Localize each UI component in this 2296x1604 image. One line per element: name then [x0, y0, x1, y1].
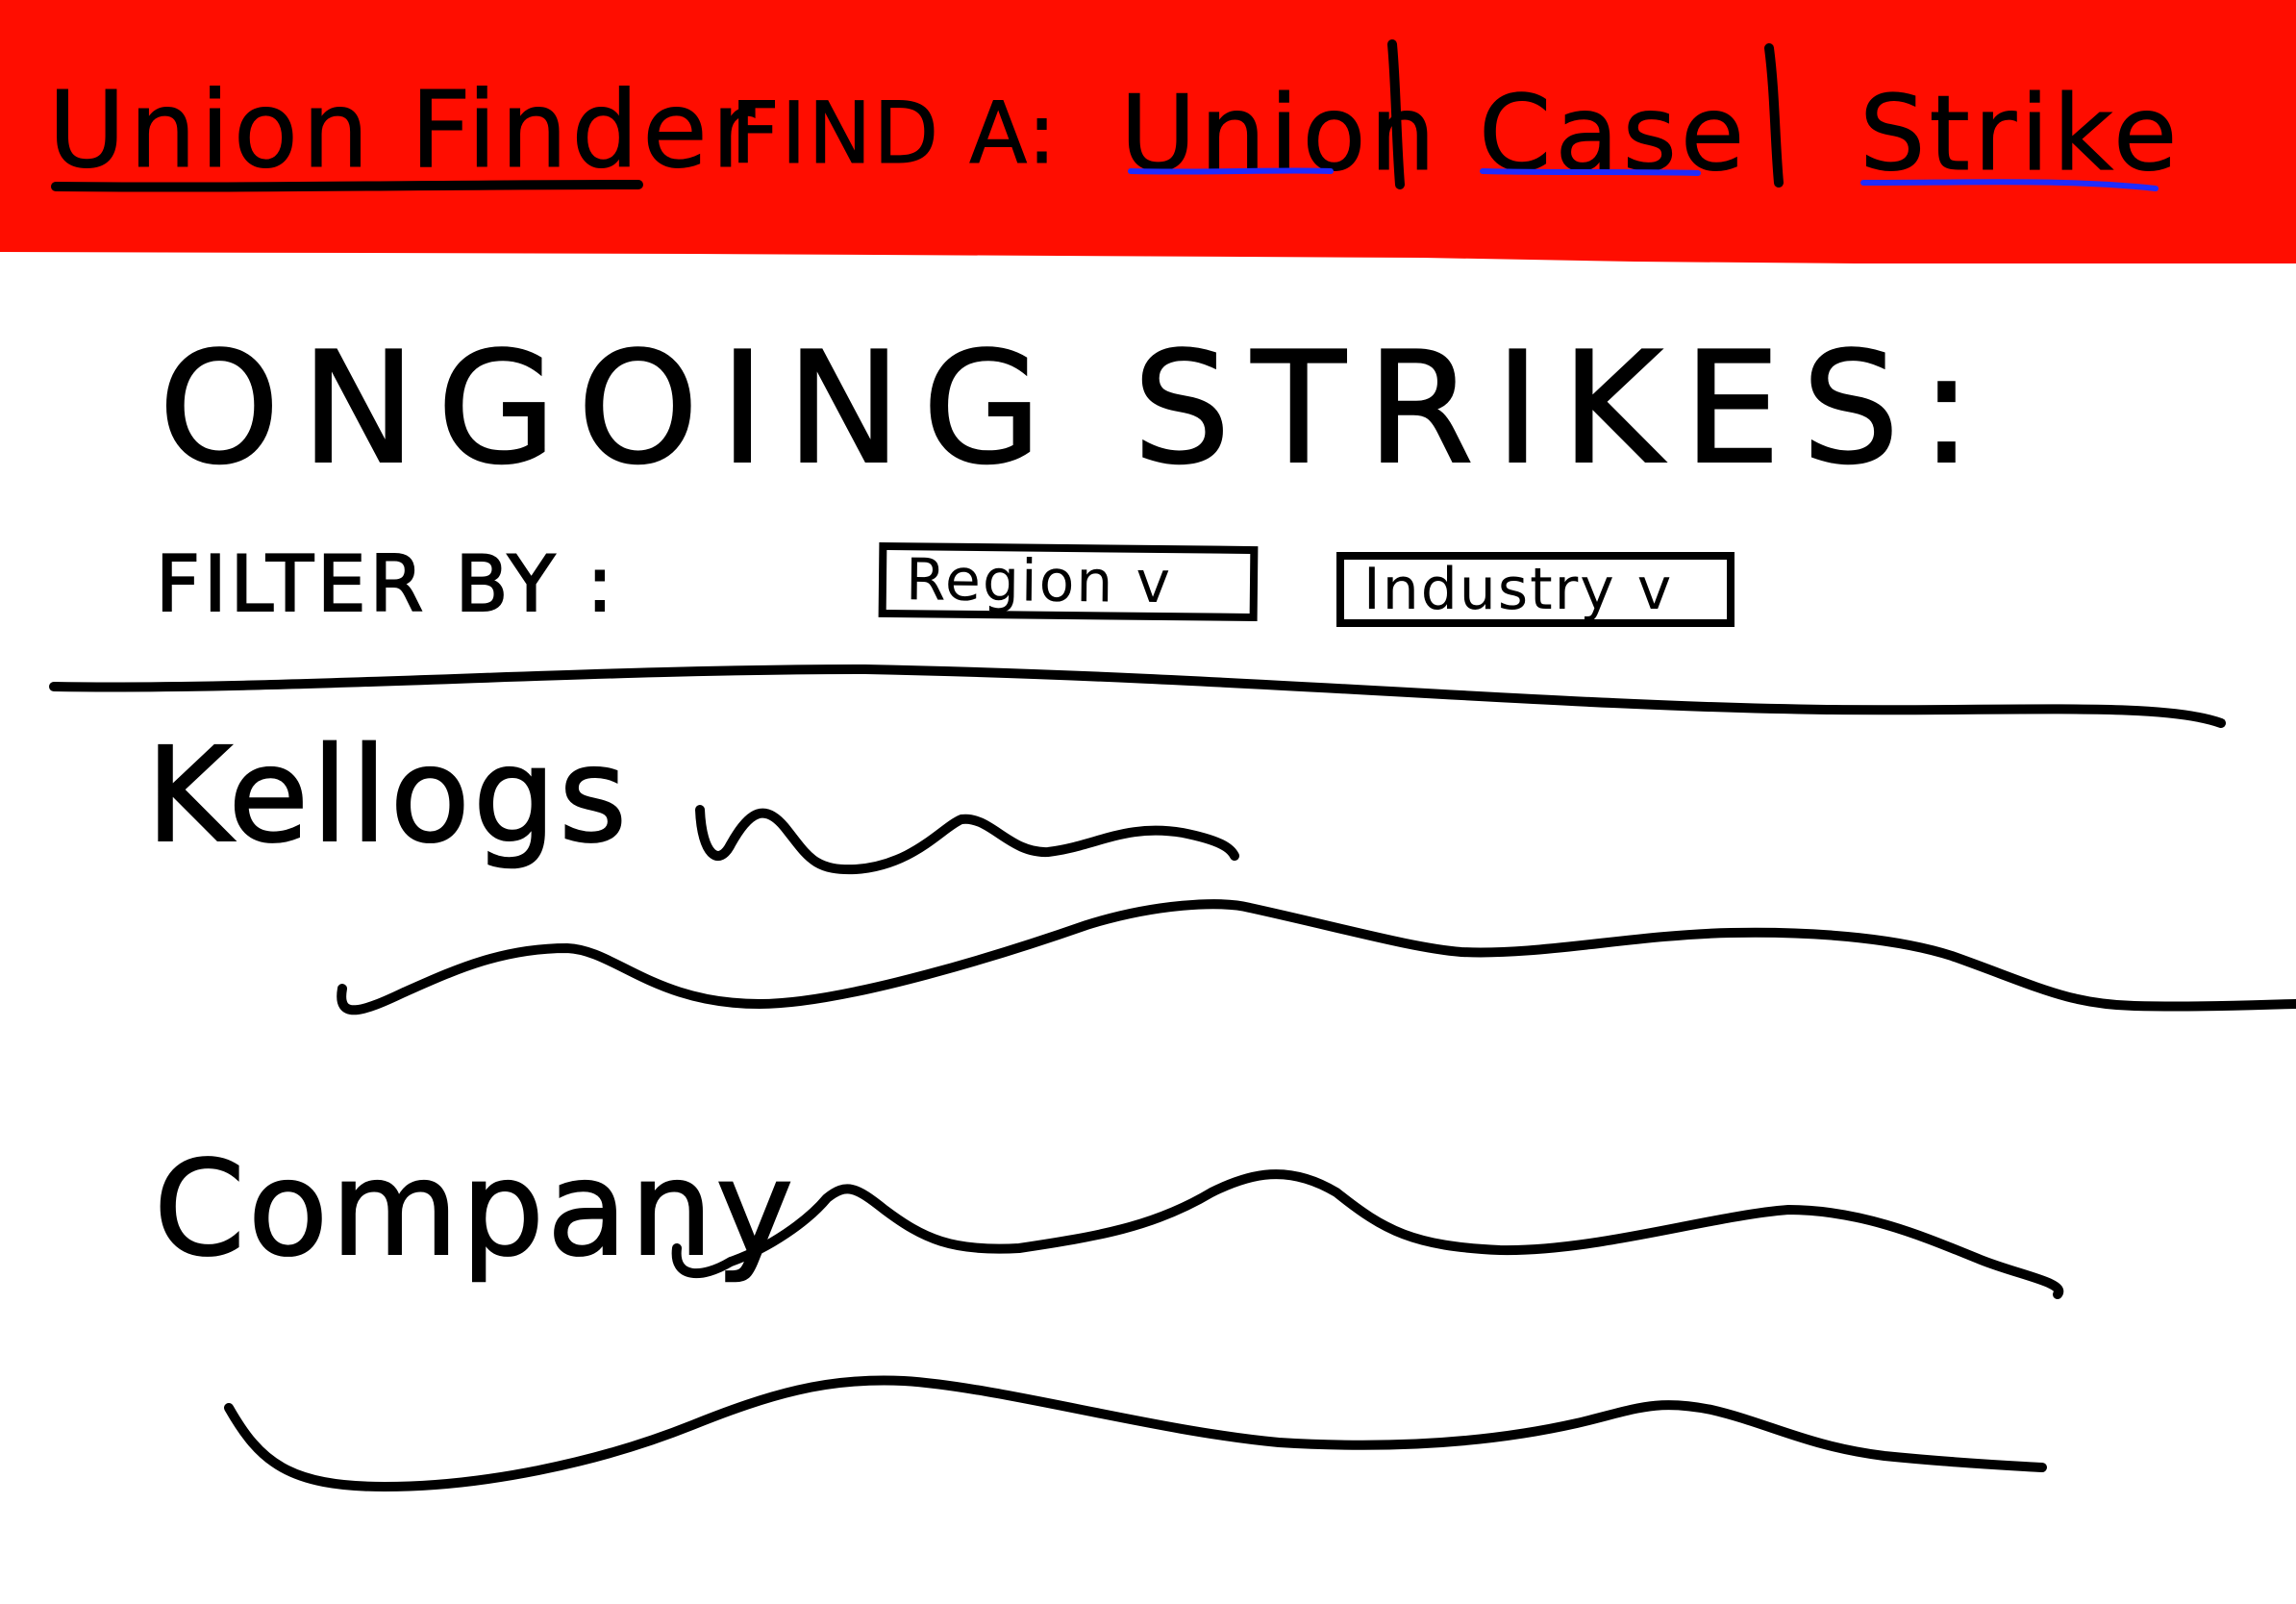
filter-by-label: FILTER BY :: [155, 539, 617, 629]
nav-link-case[interactable]: Case: [1478, 82, 1748, 187]
brand-logo[interactable]: Union Finder: [47, 77, 759, 184]
description-placeholder: [224, 1375, 2047, 1491]
find-a-label: FIND A:: [730, 84, 1059, 183]
nav-link-union[interactable]: Union: [1119, 82, 1439, 187]
industry-dropdown[interactable]: Industry v: [1336, 552, 1734, 627]
region-dropdown-label: Region: [905, 546, 1115, 616]
description-placeholder: [337, 899, 2296, 1015]
chevron-down-icon: v: [1636, 556, 1674, 623]
section-divider: [49, 664, 2226, 728]
description-placeholder: [671, 1169, 2064, 1299]
strike-item-title[interactable]: Company: [153, 1143, 796, 1276]
industry-dropdown-label: Industry: [1363, 556, 1616, 623]
nav-link-strike[interactable]: Strike: [1859, 82, 2181, 187]
strike-item-title[interactable]: Kellogs: [145, 730, 630, 863]
region-dropdown[interactable]: Region v: [878, 541, 1259, 622]
chevron-down-icon: v: [1136, 548, 1173, 617]
page-title: ONGOING STRIKES:: [158, 318, 1994, 498]
description-placeholder: [695, 805, 1239, 875]
